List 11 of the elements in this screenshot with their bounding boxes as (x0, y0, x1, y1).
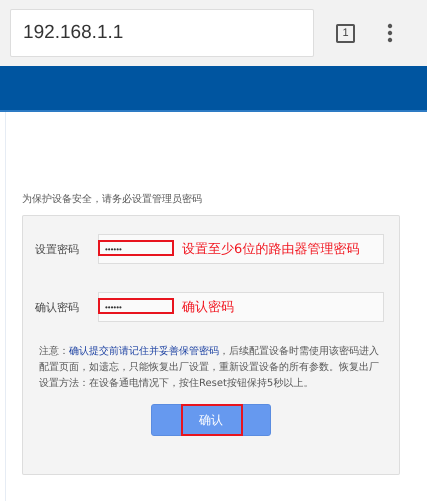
tab-count-button[interactable]: 1 (336, 24, 355, 42)
address-bar[interactable]: 192.168.1.1 (10, 9, 314, 57)
warning-note: 注意：确认提交前请记住并妥善保管密码，后续配置设备时需使用该密码进入配置页面，如遗忘，只能恢复出厂设置，重新设置设备的所有参数。恢复出厂设置方法：在设备通电情况下，按住Reset按钮保持5秒以上。 (38, 344, 380, 391)
warning-link[interactable]: 确认提交前请记住并妥善保管密码 (69, 346, 219, 357)
menu-icon[interactable] (387, 23, 393, 43)
field-label: 确认密码 (35, 300, 80, 314)
intro-text: 为保护设备安全，请务必设置管理员密码 (22, 192, 203, 206)
annotation-text: 确认密码 (182, 299, 234, 316)
annotation-text: 设置至少6位的路由器管理密码 (182, 241, 360, 258)
field-label: 设置密码 (35, 242, 80, 256)
annotation-box (181, 404, 243, 436)
